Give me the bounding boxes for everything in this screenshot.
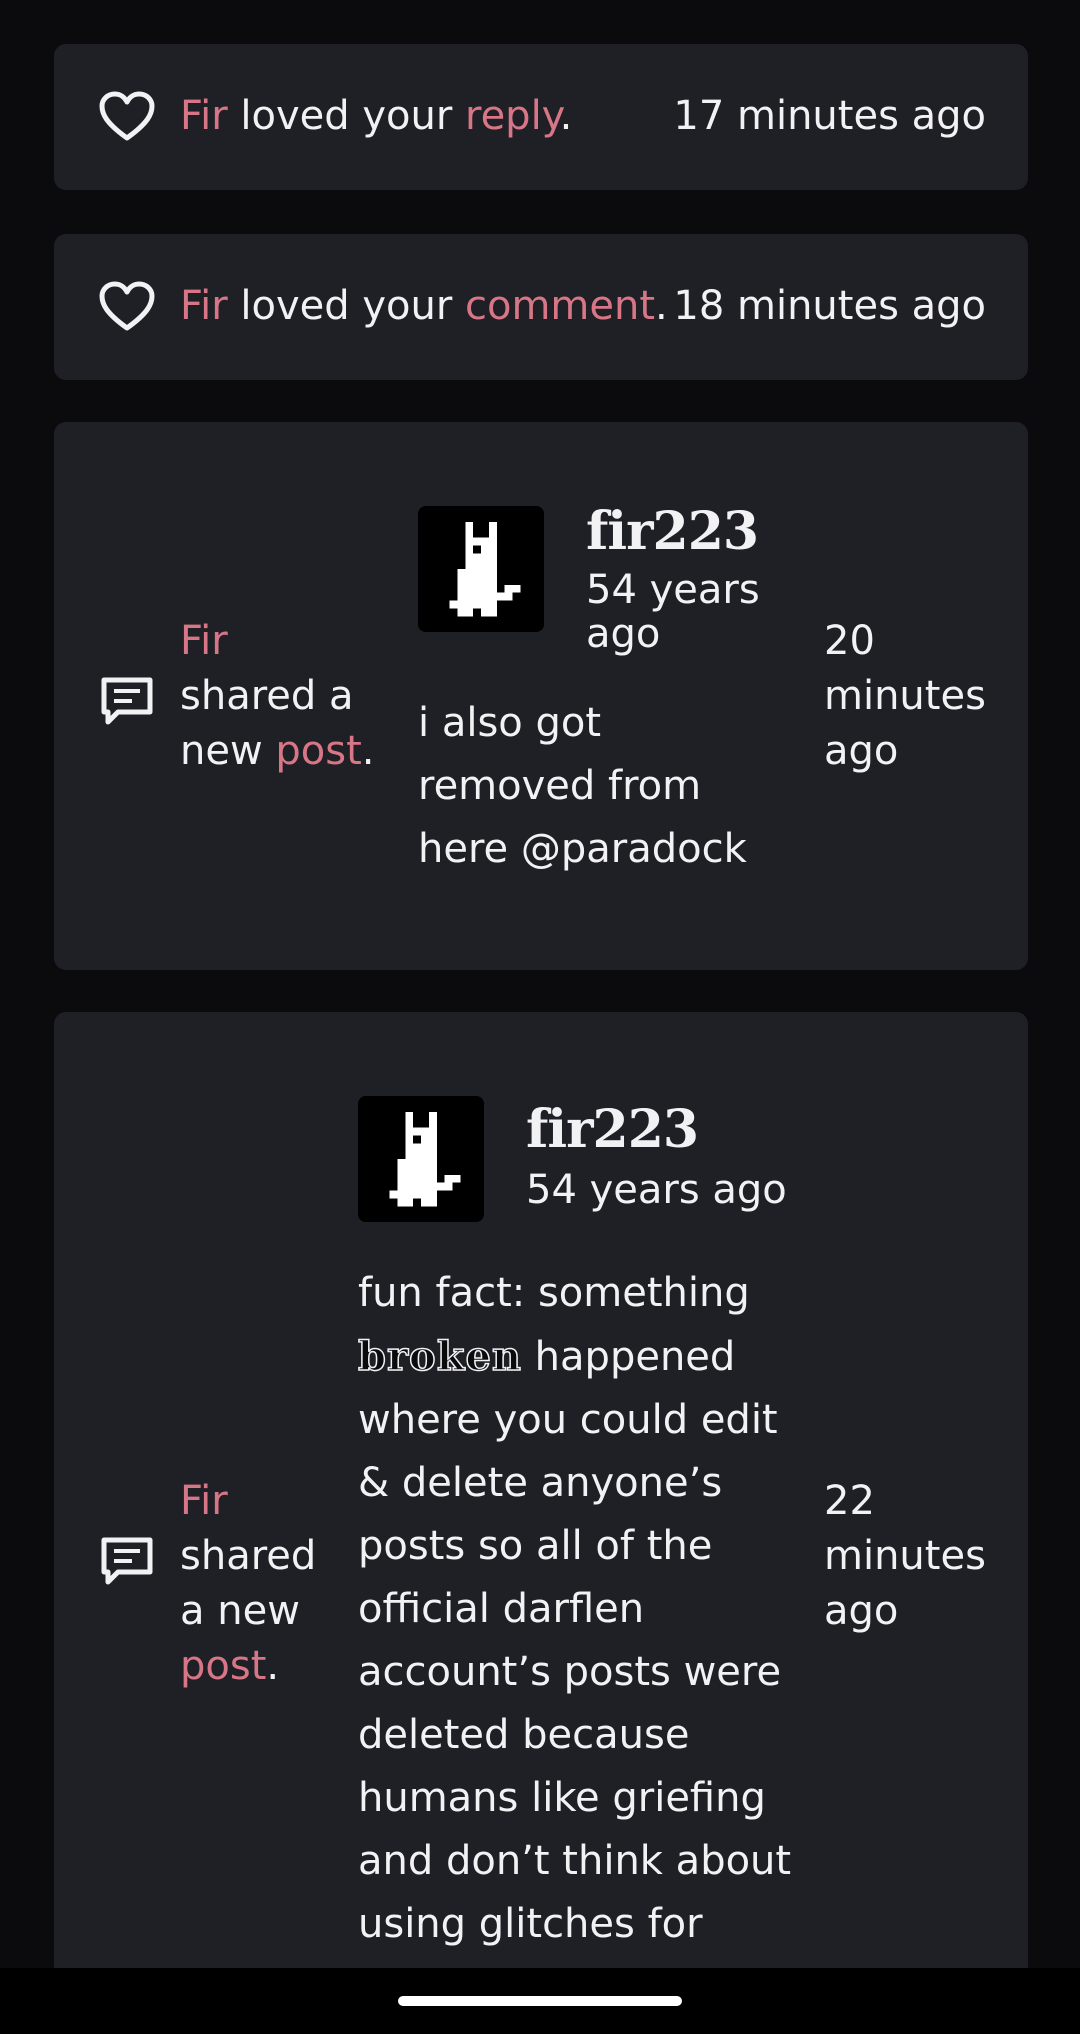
timestamp: 22 minutes ago [824, 1474, 994, 1639]
timestamp-line: minutes [824, 1533, 986, 1579]
object-link[interactable]: post [275, 728, 361, 774]
verb-text: shared a [180, 673, 354, 719]
timestamp: 20 minutes ago [824, 614, 994, 779]
avatar[interactable] [418, 506, 544, 632]
verb-text: loved your [227, 93, 465, 139]
actor-link[interactable]: Fir [180, 1474, 330, 1529]
notification-text: Fir loved your comment. [180, 280, 668, 332]
post-age: 54 years ago [526, 1167, 787, 1213]
timestamp: 18 minutes ago [673, 283, 986, 329]
verb-text: a new [180, 1588, 300, 1634]
notification-text: Fir loved your reply. [180, 90, 572, 142]
timestamp: 17 minutes ago [673, 93, 986, 139]
timestamp-line: 22 [824, 1478, 875, 1524]
suffix-text: . [655, 283, 668, 329]
system-nav-bar [0, 1968, 1080, 2034]
post-text: happened where you could edit & delete a… [358, 1334, 792, 1947]
timestamp-line: 20 [824, 618, 875, 664]
actor-link[interactable]: Fir [180, 93, 228, 139]
home-gesture-handle[interactable] [398, 1996, 682, 2006]
post-body[interactable]: fun fact: something broken happened wher… [357, 1262, 798, 1956]
notification-text: Fir shared a new post. [180, 1474, 330, 1694]
notification-card[interactable]: Fir loved your comment. 18 minutes ago [54, 234, 1028, 380]
notification-card[interactable]: Fir shared a new post. fir223 54 years a… [54, 422, 1028, 970]
author-name[interactable]: fir223 [586, 504, 759, 560]
notification-card[interactable]: Fir loved your reply. 17 minutes ago [54, 44, 1028, 190]
post-age: 54 years ago [586, 567, 760, 657]
object-link[interactable]: reply [465, 93, 560, 139]
timestamp-line: ago [824, 728, 899, 774]
suffix-text: . [361, 728, 375, 774]
verb-text: new [180, 728, 276, 774]
heart-icon [98, 280, 156, 334]
verb-text: loved your [227, 283, 465, 329]
timestamp-line: minutes [824, 673, 986, 719]
avatar[interactable] [358, 1096, 484, 1222]
actor-link[interactable]: Fir [180, 614, 380, 669]
actor-link[interactable]: Fir [180, 283, 228, 329]
verb-text: shared [180, 1533, 317, 1579]
comment-icon [98, 1534, 156, 1588]
post-body[interactable]: i also got removed from here @paradock [418, 692, 748, 881]
post-text-styled: broken [357, 1332, 522, 1381]
suffix-text: . [266, 1643, 280, 1689]
object-link[interactable]: post [180, 1643, 266, 1689]
author-name[interactable]: fir223 [526, 1102, 699, 1158]
notification-feed: Fir loved your reply. 17 minutes ago Fir… [0, 0, 1080, 2034]
timestamp-line: ago [824, 1588, 899, 1634]
heart-icon [98, 90, 156, 144]
notification-card[interactable]: Fir shared a new post. fir223 54 years a… [54, 1012, 1028, 2012]
object-link[interactable]: comment [465, 283, 655, 329]
suffix-text: . [559, 93, 573, 139]
post-text: fun fact: something [358, 1270, 750, 1316]
notification-text: Fir shared a new post. [180, 614, 380, 779]
comment-icon [98, 674, 156, 728]
